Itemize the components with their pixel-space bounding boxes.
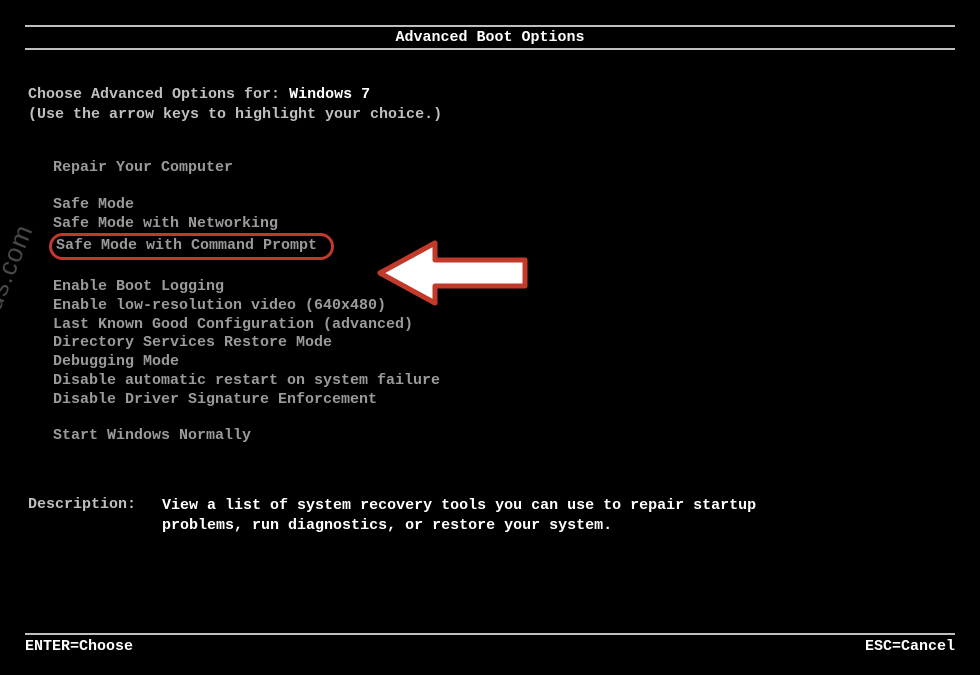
description-section: Description: View a list of system recov… [28, 496, 980, 535]
menu-item-start-normally[interactable]: Start Windows Normally [53, 427, 980, 446]
choose-label: Choose Advanced Options for: [28, 86, 280, 103]
arrow-left-icon [370, 238, 540, 308]
watermark-text: 2-remove-virus.com [0, 220, 40, 461]
page-title: Advanced Boot Options [395, 29, 584, 46]
arrow-key-hint: (Use the arrow keys to highlight your ch… [28, 105, 980, 125]
menu-item-directory-services-restore[interactable]: Directory Services Restore Mode [53, 334, 980, 353]
menu-item-disable-auto-restart[interactable]: Disable automatic restart on system fail… [53, 372, 980, 391]
menu-group-normal: Start Windows Normally [53, 427, 980, 446]
description-label: Description: [28, 496, 136, 535]
menu-group-repair: Repair Your Computer [53, 159, 980, 178]
footer-bar: ENTER=Choose ESC=Cancel [25, 633, 955, 655]
menu-item-safe-mode-networking[interactable]: Safe Mode with Networking [53, 215, 980, 234]
arrow-callout [370, 238, 540, 308]
menu-item-safe-mode[interactable]: Safe Mode [53, 196, 980, 215]
menu-item-disable-driver-signature[interactable]: Disable Driver Signature Enforcement [53, 391, 980, 410]
menu-item-debugging-mode[interactable]: Debugging Mode [53, 353, 980, 372]
description-text: View a list of system recovery tools you… [162, 496, 762, 535]
footer-esc-hint: ESC=Cancel [865, 638, 955, 655]
footer-enter-hint: ENTER=Choose [25, 638, 133, 655]
menu-item-last-known-good[interactable]: Last Known Good Configuration (advanced) [53, 316, 980, 335]
title-bar: Advanced Boot Options [25, 25, 955, 50]
os-name: Windows 7 [289, 86, 370, 103]
menu-item-repair-computer[interactable]: Repair Your Computer [53, 159, 980, 178]
intro-text: Choose Advanced Options for: Windows 7 (… [28, 85, 980, 124]
menu-item-safe-mode-command-prompt[interactable]: Safe Mode with Command Prompt [49, 233, 334, 260]
